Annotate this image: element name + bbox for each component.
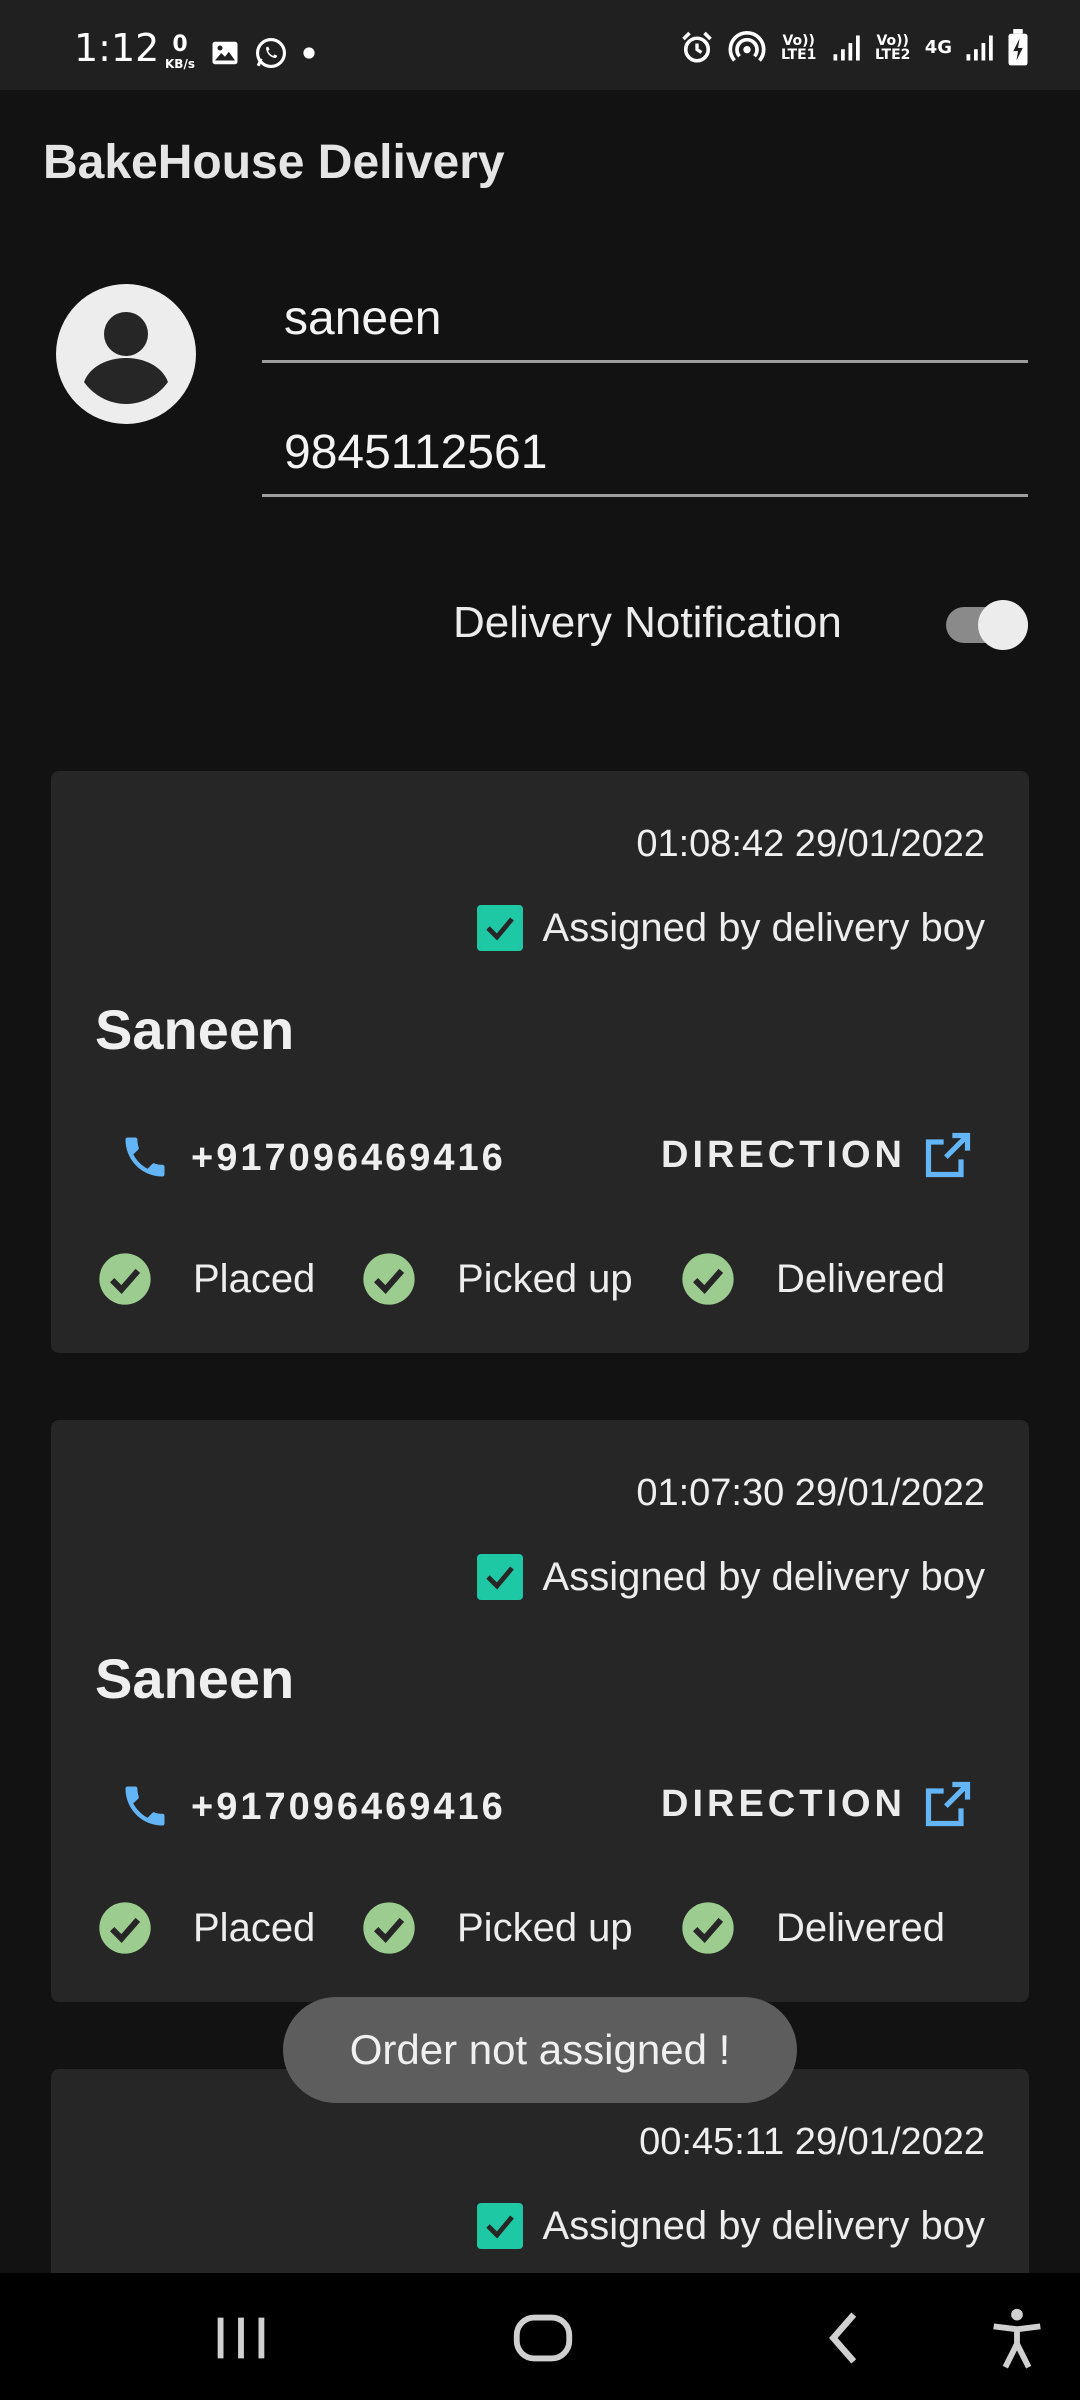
- system-icons: Vo)) LTE1 Vo)) LTE2 4G: [679, 28, 1030, 68]
- step-delivered: Delivered: [680, 1251, 945, 1307]
- step-label: Picked up: [457, 1905, 633, 1950]
- step-picked-up: Picked up: [361, 1900, 633, 1956]
- check-circle-icon: [363, 1253, 415, 1305]
- data-speed-unit: KB/s: [165, 57, 195, 71]
- order-timestamp: 00:45:11 29/01/2022: [639, 2121, 985, 2163]
- dot-icon: [303, 47, 315, 59]
- order-card[interactable]: 01:07:30 29/01/2022 Assigned by delivery…: [51, 1420, 1029, 2002]
- check-circle-icon: [99, 1902, 151, 1954]
- signal-icon: [833, 35, 860, 61]
- phone-icon[interactable]: [119, 1780, 171, 1832]
- home-icon[interactable]: [508, 2303, 578, 2373]
- accessibility-icon[interactable]: [982, 2303, 1052, 2373]
- app-title: BakeHouse Delivery: [43, 136, 505, 189]
- direction-button[interactable]: DIRECTION: [661, 1129, 974, 1181]
- step-label: Placed: [193, 1256, 316, 1301]
- order-steps: Placed Picked up Delivered: [97, 1251, 997, 1311]
- network-type: 4G: [924, 37, 952, 58]
- name-field-value: saneen: [284, 292, 442, 345]
- step-delivered: Delivered: [680, 1900, 945, 1956]
- assigned-checkbox[interactable]: [476, 2203, 523, 2249]
- order-timestamp: 01:07:30 29/01/2022: [636, 1472, 985, 1514]
- account-circle-icon[interactable]: [56, 284, 196, 424]
- assigned-checkbox-row[interactable]: Assigned by delivery boy: [476, 905, 985, 951]
- check-icon: [485, 2215, 514, 2239]
- image-icon: [212, 41, 238, 65]
- customer-name: Saneen: [95, 1647, 295, 1710]
- direction-label: DIRECTION: [661, 1782, 906, 1825]
- phone-number[interactable]: +917096469416: [191, 1786, 506, 1829]
- step-label: Delivered: [776, 1905, 945, 1950]
- assigned-checkbox[interactable]: [476, 905, 523, 951]
- open-external-icon: [925, 1781, 971, 1827]
- step-picked-up: Picked up: [361, 1251, 633, 1307]
- order-steps: Placed Picked up Delivered: [97, 1900, 997, 1960]
- status-time: 1:12: [74, 26, 160, 70]
- step-label: Placed: [193, 1905, 316, 1950]
- assigned-checkbox-row[interactable]: Assigned by delivery boy: [476, 2203, 985, 2249]
- battery-charging-icon: [1008, 29, 1028, 66]
- data-speed-value: 0: [172, 32, 188, 57]
- assigned-label: Assigned by delivery boy: [542, 1554, 985, 1599]
- phone-field-value: 9845112561: [284, 426, 548, 479]
- step-placed: Placed: [97, 1900, 315, 1956]
- step-label: Picked up: [457, 1256, 633, 1301]
- assigned-checkbox[interactable]: [476, 1554, 523, 1600]
- open-external-icon: [925, 1132, 971, 1178]
- check-icon: [485, 917, 514, 941]
- check-circle-icon: [682, 1253, 734, 1305]
- status-bar: 1:12 0 KB/s Vo)) LTE1 Vo)) LTE2 4G: [0, 0, 1080, 90]
- recent-apps-icon[interactable]: [206, 2303, 276, 2373]
- delivery-notification-toggle[interactable]: [946, 600, 1028, 650]
- assigned-checkbox-row[interactable]: Assigned by delivery boy: [476, 1554, 985, 1600]
- back-icon[interactable]: [810, 2303, 880, 2373]
- toggle-thumb: [978, 600, 1028, 650]
- check-circle-icon: [99, 1253, 151, 1305]
- check-circle-icon: [363, 1902, 415, 1954]
- whatsapp-icon: [255, 37, 287, 69]
- alarm-icon: [681, 31, 712, 63]
- order-card[interactable]: 01:08:42 29/01/2022 Assigned by delivery…: [51, 771, 1029, 1353]
- assigned-label: Assigned by delivery boy: [542, 905, 985, 950]
- toast-message: Order not assigned !: [283, 1997, 797, 2103]
- delivery-notification-label: Delivery Notification: [453, 598, 842, 647]
- direction-button[interactable]: DIRECTION: [661, 1778, 974, 1830]
- phone-number[interactable]: +917096469416: [191, 1137, 506, 1180]
- customer-name: Saneen: [95, 998, 295, 1061]
- order-timestamp: 01:08:42 29/01/2022: [636, 823, 985, 865]
- name-field[interactable]: saneen: [262, 276, 1028, 363]
- phone-icon[interactable]: [119, 1131, 171, 1183]
- phone-field[interactable]: 9845112561: [262, 410, 1028, 497]
- check-icon: [485, 1566, 514, 1590]
- direction-label: DIRECTION: [661, 1133, 906, 1176]
- sim1-label: Vo)) LTE1: [780, 33, 817, 63]
- hotspot-icon: [728, 31, 766, 62]
- signal-icon: [966, 35, 993, 61]
- navigation-bar: [0, 2273, 1080, 2400]
- assigned-label: Assigned by delivery boy: [542, 2203, 985, 2248]
- check-circle-icon: [682, 1902, 734, 1954]
- step-label: Delivered: [776, 1256, 945, 1301]
- step-placed: Placed: [97, 1251, 315, 1307]
- sim2-label: Vo)) LTE2: [874, 33, 911, 63]
- notification-icons: [210, 36, 316, 70]
- data-speed: 0 KB/s: [160, 32, 200, 71]
